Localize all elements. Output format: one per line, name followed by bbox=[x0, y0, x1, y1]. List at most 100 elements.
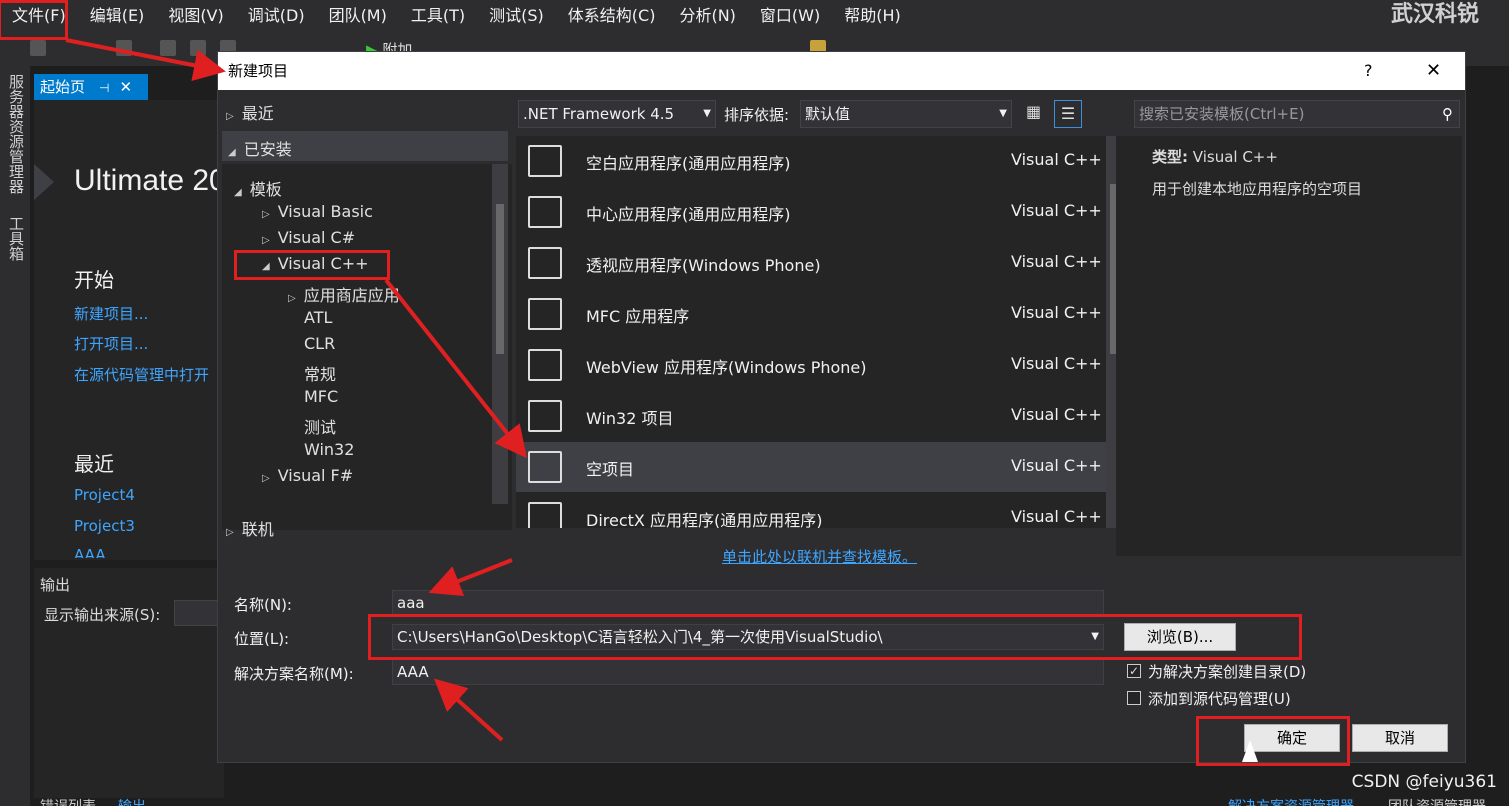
list-view-icon[interactable]: ☰ bbox=[1054, 100, 1082, 128]
menu-item[interactable]: 调试(D) bbox=[236, 0, 317, 32]
help-button[interactable]: ? bbox=[1364, 52, 1373, 90]
solution-name-field[interactable]: AAA bbox=[392, 659, 1104, 685]
template-icon bbox=[528, 298, 562, 330]
template-language: Visual C++ bbox=[1011, 252, 1102, 271]
new-project-dialog: 新建项目 ? ✕ ▷ 最近 ◢ 已安装 ◢ 模板 ▷ Visual Basic ▷ Vis… bbox=[217, 51, 1466, 763]
menu-item[interactable]: 测试(S) bbox=[477, 0, 556, 32]
tree-visual-fsharp[interactable]: ▷ Visual F# bbox=[262, 466, 353, 485]
template-item[interactable]: 中心应用程序(通用应用程序) Visual C++ bbox=[516, 187, 1106, 237]
tree-visual-basic[interactable]: ▷ Visual Basic bbox=[262, 202, 373, 221]
template-icon bbox=[528, 196, 562, 228]
menu-item[interactable]: 体系结构(C) bbox=[556, 0, 668, 32]
framework-select[interactable]: .NET Framework 4.5 ▼ bbox=[518, 100, 716, 128]
recent-project-link[interactable]: Project3 bbox=[74, 517, 135, 535]
output-tab[interactable]: 输出 bbox=[118, 796, 146, 806]
solution-explorer-tab[interactable]: 解决方案资源管理器 bbox=[1228, 796, 1354, 806]
tree-recent[interactable]: ▷ 最近 bbox=[226, 100, 274, 124]
open-icon[interactable] bbox=[160, 40, 176, 56]
online-templates-link[interactable]: 单击此处以联机并查找模板。 bbox=[722, 546, 917, 567]
menu-item[interactable]: 工具(T) bbox=[399, 0, 477, 32]
menu-item[interactable]: 团队(M) bbox=[317, 0, 399, 32]
chevron-down-icon: ▼ bbox=[1091, 631, 1099, 642]
tree-test[interactable]: 测试 bbox=[304, 414, 336, 438]
tree-installed[interactable]: ◢ 已安装 bbox=[222, 131, 508, 161]
menu-item[interactable]: 分析(N) bbox=[667, 0, 747, 32]
template-item[interactable]: DirectX 应用程序(通用应用程序) Visual C++ bbox=[516, 493, 1106, 528]
template-name: WebView 应用程序(Windows Phone) bbox=[586, 358, 867, 377]
team-explorer-tab[interactable]: 团队资源管理器 bbox=[1388, 796, 1486, 806]
template-language: Visual C++ bbox=[1011, 354, 1102, 373]
tree-visual-cpp[interactable]: ◢ Visual C++ bbox=[262, 254, 369, 273]
back-icon[interactable] bbox=[30, 40, 46, 56]
small-icons-view-icon[interactable]: ▦ bbox=[1026, 102, 1050, 126]
template-description: 类型: Visual C++ 用于创建本地应用程序的空项目 bbox=[1116, 136, 1462, 556]
add-scc-checkbox[interactable] bbox=[1127, 691, 1141, 705]
server-explorer-tab[interactable]: 服务器资源管理器 bbox=[6, 74, 27, 194]
start-heading: 开始 bbox=[74, 268, 114, 292]
template-list: 空白应用程序(通用应用程序) Visual C++ 中心应用程序(通用应用程序) Vi… bbox=[516, 136, 1106, 528]
output-source-label: 显示输出来源(S): bbox=[44, 606, 161, 624]
watermark: CSDN @feiyu361 bbox=[1351, 772, 1497, 792]
tree-atl[interactable]: ATL bbox=[304, 308, 332, 327]
tree-store-apps[interactable]: ▷ 应用商店应用 bbox=[288, 282, 400, 306]
template-item[interactable]: MFC 应用程序 Visual C++ bbox=[516, 289, 1106, 339]
template-item[interactable]: 空白应用程序(通用应用程序) Visual C++ bbox=[516, 136, 1106, 186]
start-page: Ultimate 20 开始 新建项目... 打开项目... 在源代码管理中打开… bbox=[34, 100, 226, 560]
menu-item[interactable]: 文件(F) bbox=[0, 0, 78, 32]
template-item[interactable]: 空项目 Visual C++ bbox=[516, 442, 1106, 492]
template-language: Visual C++ bbox=[1011, 150, 1102, 169]
menu-item[interactable]: 编辑(E) bbox=[78, 0, 157, 32]
template-language: Visual C++ bbox=[1011, 507, 1102, 526]
sort-select[interactable]: 默认值 ▼ bbox=[800, 100, 1012, 128]
type-row: 类型: Visual C++ bbox=[1152, 148, 1278, 166]
new-project-link[interactable]: 新建项目... bbox=[74, 303, 148, 324]
close-tab-icon[interactable]: ✕ bbox=[119, 78, 132, 96]
template-item[interactable]: 透视应用程序(Windows Phone) Visual C++ bbox=[516, 238, 1106, 288]
browse-button[interactable]: 浏览(B)... bbox=[1124, 623, 1236, 651]
create-dir-checkbox[interactable]: ✓ bbox=[1127, 664, 1141, 678]
tree-general[interactable]: 常规 bbox=[304, 361, 336, 385]
open-from-scc-link[interactable]: 在源代码管理中打开 bbox=[74, 364, 209, 385]
mouse-cursor-icon bbox=[1242, 740, 1258, 762]
location-label: 位置(L): bbox=[234, 630, 290, 648]
filter-bar: .NET Framework 4.5 ▼ 排序依据: 默认值 ▼ ▦ ☰ 搜索已安装… bbox=[518, 100, 1462, 130]
template-icon bbox=[528, 145, 562, 177]
create-dir-label: 为解决方案创建目录(D) bbox=[1148, 663, 1307, 681]
menu-item[interactable]: 视图(V) bbox=[156, 0, 235, 32]
search-icon: ⚲ bbox=[1442, 105, 1453, 123]
tree-clr[interactable]: CLR bbox=[304, 334, 335, 353]
new-project-icon[interactable] bbox=[116, 40, 132, 56]
chevron-down-icon: ▼ bbox=[999, 108, 1007, 119]
menu-item[interactable]: 帮助(H) bbox=[832, 0, 913, 32]
error-list-tab[interactable]: 错误列表 bbox=[40, 796, 96, 806]
toolbox-tab[interactable]: 工具箱 bbox=[6, 216, 27, 261]
cancel-button[interactable]: 取消 bbox=[1352, 724, 1448, 752]
tree-win32[interactable]: Win32 bbox=[304, 440, 354, 459]
edition-title: Ultimate 20 bbox=[74, 164, 226, 197]
save-icon[interactable] bbox=[190, 40, 206, 56]
close-button[interactable]: ✕ bbox=[1426, 52, 1441, 90]
tree-mfc[interactable]: MFC bbox=[304, 387, 338, 406]
recent-project-link[interactable]: Project4 bbox=[74, 486, 135, 504]
location-field[interactable]: C:\Users\HanGo\Desktop\C语言轻松入门\4_第一次使用Vi… bbox=[392, 624, 1104, 650]
recent-project-link[interactable]: AAA bbox=[74, 546, 106, 558]
recent-heading: 最近 bbox=[74, 452, 114, 476]
template-icon bbox=[528, 451, 562, 483]
search-input[interactable]: 搜索已安装模板(Ctrl+E) ⚲ bbox=[1134, 100, 1460, 128]
menu-item[interactable]: 窗口(W) bbox=[748, 0, 832, 32]
template-name: 空白应用程序(通用应用程序) bbox=[586, 154, 791, 173]
pin-icon[interactable]: ⊣ bbox=[99, 81, 109, 95]
name-field[interactable]: aaa bbox=[392, 590, 1104, 616]
template-item[interactable]: WebView 应用程序(Windows Phone) Visual C++ bbox=[516, 340, 1106, 390]
tree-online[interactable]: ▷ 联机 bbox=[226, 516, 274, 540]
template-tree: ◢ 模板 ▷ Visual Basic ▷ Visual C# ◢ Visual C++… bbox=[222, 164, 512, 530]
ok-button[interactable]: 确定 bbox=[1244, 724, 1340, 752]
template-item[interactable]: Win32 项目 Visual C++ bbox=[516, 391, 1106, 441]
tree-visual-csharp[interactable]: ▷ Visual C# bbox=[262, 228, 355, 247]
open-project-link[interactable]: 打开项目... bbox=[74, 333, 148, 354]
tree-label: 最近 bbox=[241, 104, 274, 123]
tree-templates[interactable]: ◢ 模板 bbox=[234, 176, 282, 200]
template-name: DirectX 应用程序(通用应用程序) bbox=[586, 511, 823, 528]
tree-scrollbar[interactable] bbox=[492, 164, 508, 504]
tab-start-page[interactable]: 起始页 ⊣ ✕ bbox=[34, 74, 148, 100]
